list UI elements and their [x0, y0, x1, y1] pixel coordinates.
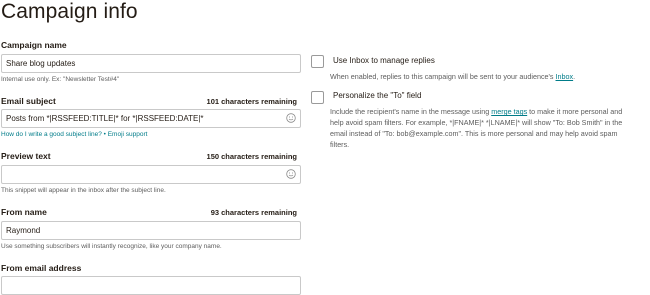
subject-line-help-link[interactable]: How do I write a good subject line? [1, 131, 102, 138]
emoji-icon[interactable] [286, 169, 296, 179]
inbox-desc-end: . [573, 72, 576, 81]
inbox-desc-text: When enabled, replies to this campaign w… [330, 72, 556, 81]
from-name-label: From name [1, 207, 47, 217]
from-name-hint: Use something subscribers will instantly… [1, 243, 222, 250]
preview-text-input[interactable] [1, 165, 301, 184]
email-subject-label: Email subject [1, 96, 56, 106]
personalize-checkbox[interactable] [311, 91, 324, 104]
email-subject-remaining: 101 characters remaining [206, 97, 297, 106]
email-subject-help: How do I write a good subject line? • Em… [1, 131, 147, 138]
from-name-input[interactable]: Raymond [1, 221, 301, 240]
emoji-icon[interactable] [286, 113, 296, 123]
preview-text-hint: This snippet will appear in the inbox af… [1, 187, 166, 194]
inbox-link[interactable]: Inbox [556, 72, 574, 81]
inbox-option-description: When enabled, replies to this campaign w… [330, 71, 650, 82]
page-title: Campaign info [1, 0, 138, 23]
emoji-support-link[interactable]: Emoji support [108, 131, 148, 138]
from-name-remaining: 93 characters remaining [210, 208, 297, 217]
campaign-name-input[interactable]: Share blog updates [1, 54, 301, 73]
preview-text-label: Preview text [1, 151, 51, 161]
inbox-checkbox[interactable] [311, 55, 324, 68]
personalize-option-label[interactable]: Personalize the "To" field [333, 91, 421, 100]
campaign-name-label: Campaign name [1, 40, 67, 50]
campaign-name-hint: Internal use only. Ex: "Newsletter Test#… [1, 76, 120, 83]
from-email-label: From email address [1, 263, 82, 273]
email-subject-input[interactable]: Posts from *|RSSFEED:TITLE|* for *|RSSFE… [1, 109, 301, 128]
personalize-option-description: Include the recipient's name in the mess… [330, 106, 630, 150]
personalize-desc-text: Include the recipient's name in the mess… [330, 107, 492, 116]
preview-text-remaining: 150 characters remaining [206, 152, 297, 161]
email-subject-value: Posts from *|RSSFEED:TITLE|* for *|RSSFE… [6, 114, 204, 123]
from-email-input[interactable] [1, 276, 301, 295]
merge-tags-link[interactable]: merge tags [491, 107, 527, 116]
inbox-option-label[interactable]: Use Inbox to manage replies [333, 56, 435, 65]
